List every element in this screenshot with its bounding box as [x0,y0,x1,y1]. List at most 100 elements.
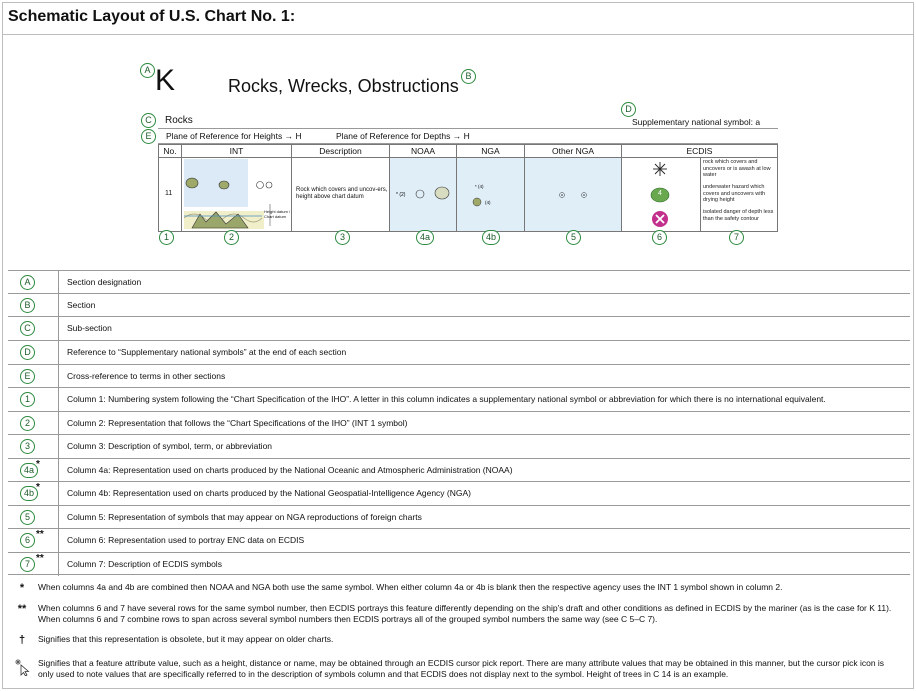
legend-row: D Reference to “Supplementary national s… [8,340,910,364]
legend-row: A Section designation [8,270,910,294]
footnote-symbol: † [18,634,26,646]
legend-mark: 7 [20,557,35,572]
legend-row: 7 ** Column 7: Description of ECDIS symb… [8,552,910,576]
row-number: 11 [165,190,173,197]
callout-c: C [141,113,156,128]
ecdis-drying-height-value: 4 [658,190,662,197]
legend-divider [58,412,59,435]
supplementary-label: Supplementary national symbol: a [632,117,761,127]
legend-text: Column 4b: Representation used on charts… [67,488,471,498]
legend-mark: 6 [20,533,35,548]
column-noaa: NOAA * (2) [390,145,457,231]
svg-text:* (2): * (2) [396,192,406,198]
schematic-diagram: A K Rocks, Wrecks, Obstructions B D C Ro… [0,0,916,260]
legend-row: C Sub-section [8,316,910,340]
column-int: INT Height datum / Chart datum [182,145,292,231]
legend-divider [58,271,59,294]
legend-text: Column 5: Representation of symbols that… [67,512,422,522]
legend-divider [58,341,59,364]
legend-star: ** [36,529,44,540]
description-text: Rock which covers and uncov-ers, height … [296,187,388,200]
column-header-ecdis: ECDIS [622,145,777,158]
int-datum-label: Height datum / Chart datum [264,209,291,219]
nga-rock-symbols: * (4) (4) [472,184,491,207]
column-no: No. 11 [159,145,182,231]
legend-text: Sub-section [67,323,112,333]
noaa-rock-symbols: * (2) [396,186,450,200]
column-header-int: INT [182,145,291,158]
int-rock-symbols [183,177,273,229]
legend-divider [58,459,59,482]
legend-text: Reference to “Supplementary national sym… [67,347,347,357]
legend-text: Column 6: Representation used to portray… [67,535,305,545]
legend-divider [58,482,59,505]
legend-mark: C [20,321,35,336]
legend-row: 6 ** Column 6: Representation used to po… [8,528,910,552]
column-nga: NGA * (4) (4) [457,145,525,231]
legend-divider [58,435,59,458]
section-title: Rocks, Wrecks, Obstructions [228,76,459,96]
footnote-text: Signifies that a feature attribute value… [38,658,885,679]
svg-text:(4): (4) [485,200,491,205]
legend-divider [58,365,59,388]
callout-e: E [141,129,156,144]
callout-a: A [140,63,155,78]
legend-divider [58,506,59,529]
column-header-no: No. [159,145,181,158]
column-header-description: Description [292,145,389,158]
legend-row: 3 Column 3: Description of symbol, term,… [8,434,910,458]
ecdis-note-3: isolated danger of depth less than the s… [703,209,774,222]
column-ecdis: ECDIS 4 rock which covers and uncovers o… [622,145,777,231]
ecdis-divider [700,158,701,231]
callout-column-2: 2 [224,230,239,245]
column-header-noaa: NOAA [390,145,456,158]
column-other-nga: Other NGA [525,145,622,231]
column-header-nga: NGA [457,145,524,158]
footnote-text: Signifies that this representation is ob… [38,634,334,644]
legend-text: Section [67,300,96,310]
legend-divider [58,388,59,411]
legend-mark: E [20,369,35,384]
legend-mark: A [20,275,35,290]
legend-text: Cross-reference to terms in other sectio… [67,371,226,381]
legend-row: 4a * Column 4a: Representation used on c… [8,458,910,482]
legend-mark: B [20,298,35,313]
symbol-table: No. 11 INT Height datum / Chart datum De… [158,144,778,232]
legend-divider [58,317,59,340]
legend-star: * [36,482,40,493]
footnote-symbol: * [19,582,25,594]
legend-mark: 5 [20,510,35,525]
legend-row: 4b * Column 4b: Representation used on c… [8,481,910,505]
footnote-symbol: ** [17,603,27,615]
callout-column-1: 1 [159,230,174,245]
callout-column-4b: 4b [482,230,500,245]
legend-text: Column 3: Description of symbol, term, o… [67,441,273,451]
callout-column-3: 3 [335,230,350,245]
legend-star: * [36,459,40,470]
legend-divider [58,294,59,317]
legend-text: Column 2: Representation that follows th… [67,418,408,428]
ecdis-note-2: underwater hazard which covers and uncov… [703,184,766,203]
subsection-label: Rocks [165,115,193,126]
legend-mark: 3 [20,439,35,454]
legend-text: Column 7: Description of ECDIS symbols [67,559,222,569]
legend-divider [58,553,59,576]
section-letter: K [155,64,176,97]
reference-depths: Plane of Reference for Depths → H [336,131,470,141]
legend-text: Section designation [67,277,142,287]
legend-row: 1 Column 1: Numbering system following t… [8,387,910,411]
column-header-other-nga: Other NGA [525,145,621,158]
callout-column-7: 7 [729,230,744,245]
legend-mark: 2 [20,416,35,431]
footnote-text: When columns 6 and 7 have several rows f… [38,603,892,624]
legend-row: B Section [8,293,910,317]
legend-divider [58,529,59,552]
callout-column-5: 5 [566,230,581,245]
reference-heights: Plane of Reference for Heights → H [166,131,302,141]
legend-row: E Cross-reference to terms in other sect… [8,364,910,388]
legend-mark: 1 [20,392,35,407]
ecdis-note-1: rock which covers and uncovers or is awa… [703,159,771,178]
callout-column-4a: 4a [416,230,434,245]
svg-text:* (4): * (4) [475,184,484,189]
legend-text: Column 1: Numbering system following the… [67,394,826,404]
